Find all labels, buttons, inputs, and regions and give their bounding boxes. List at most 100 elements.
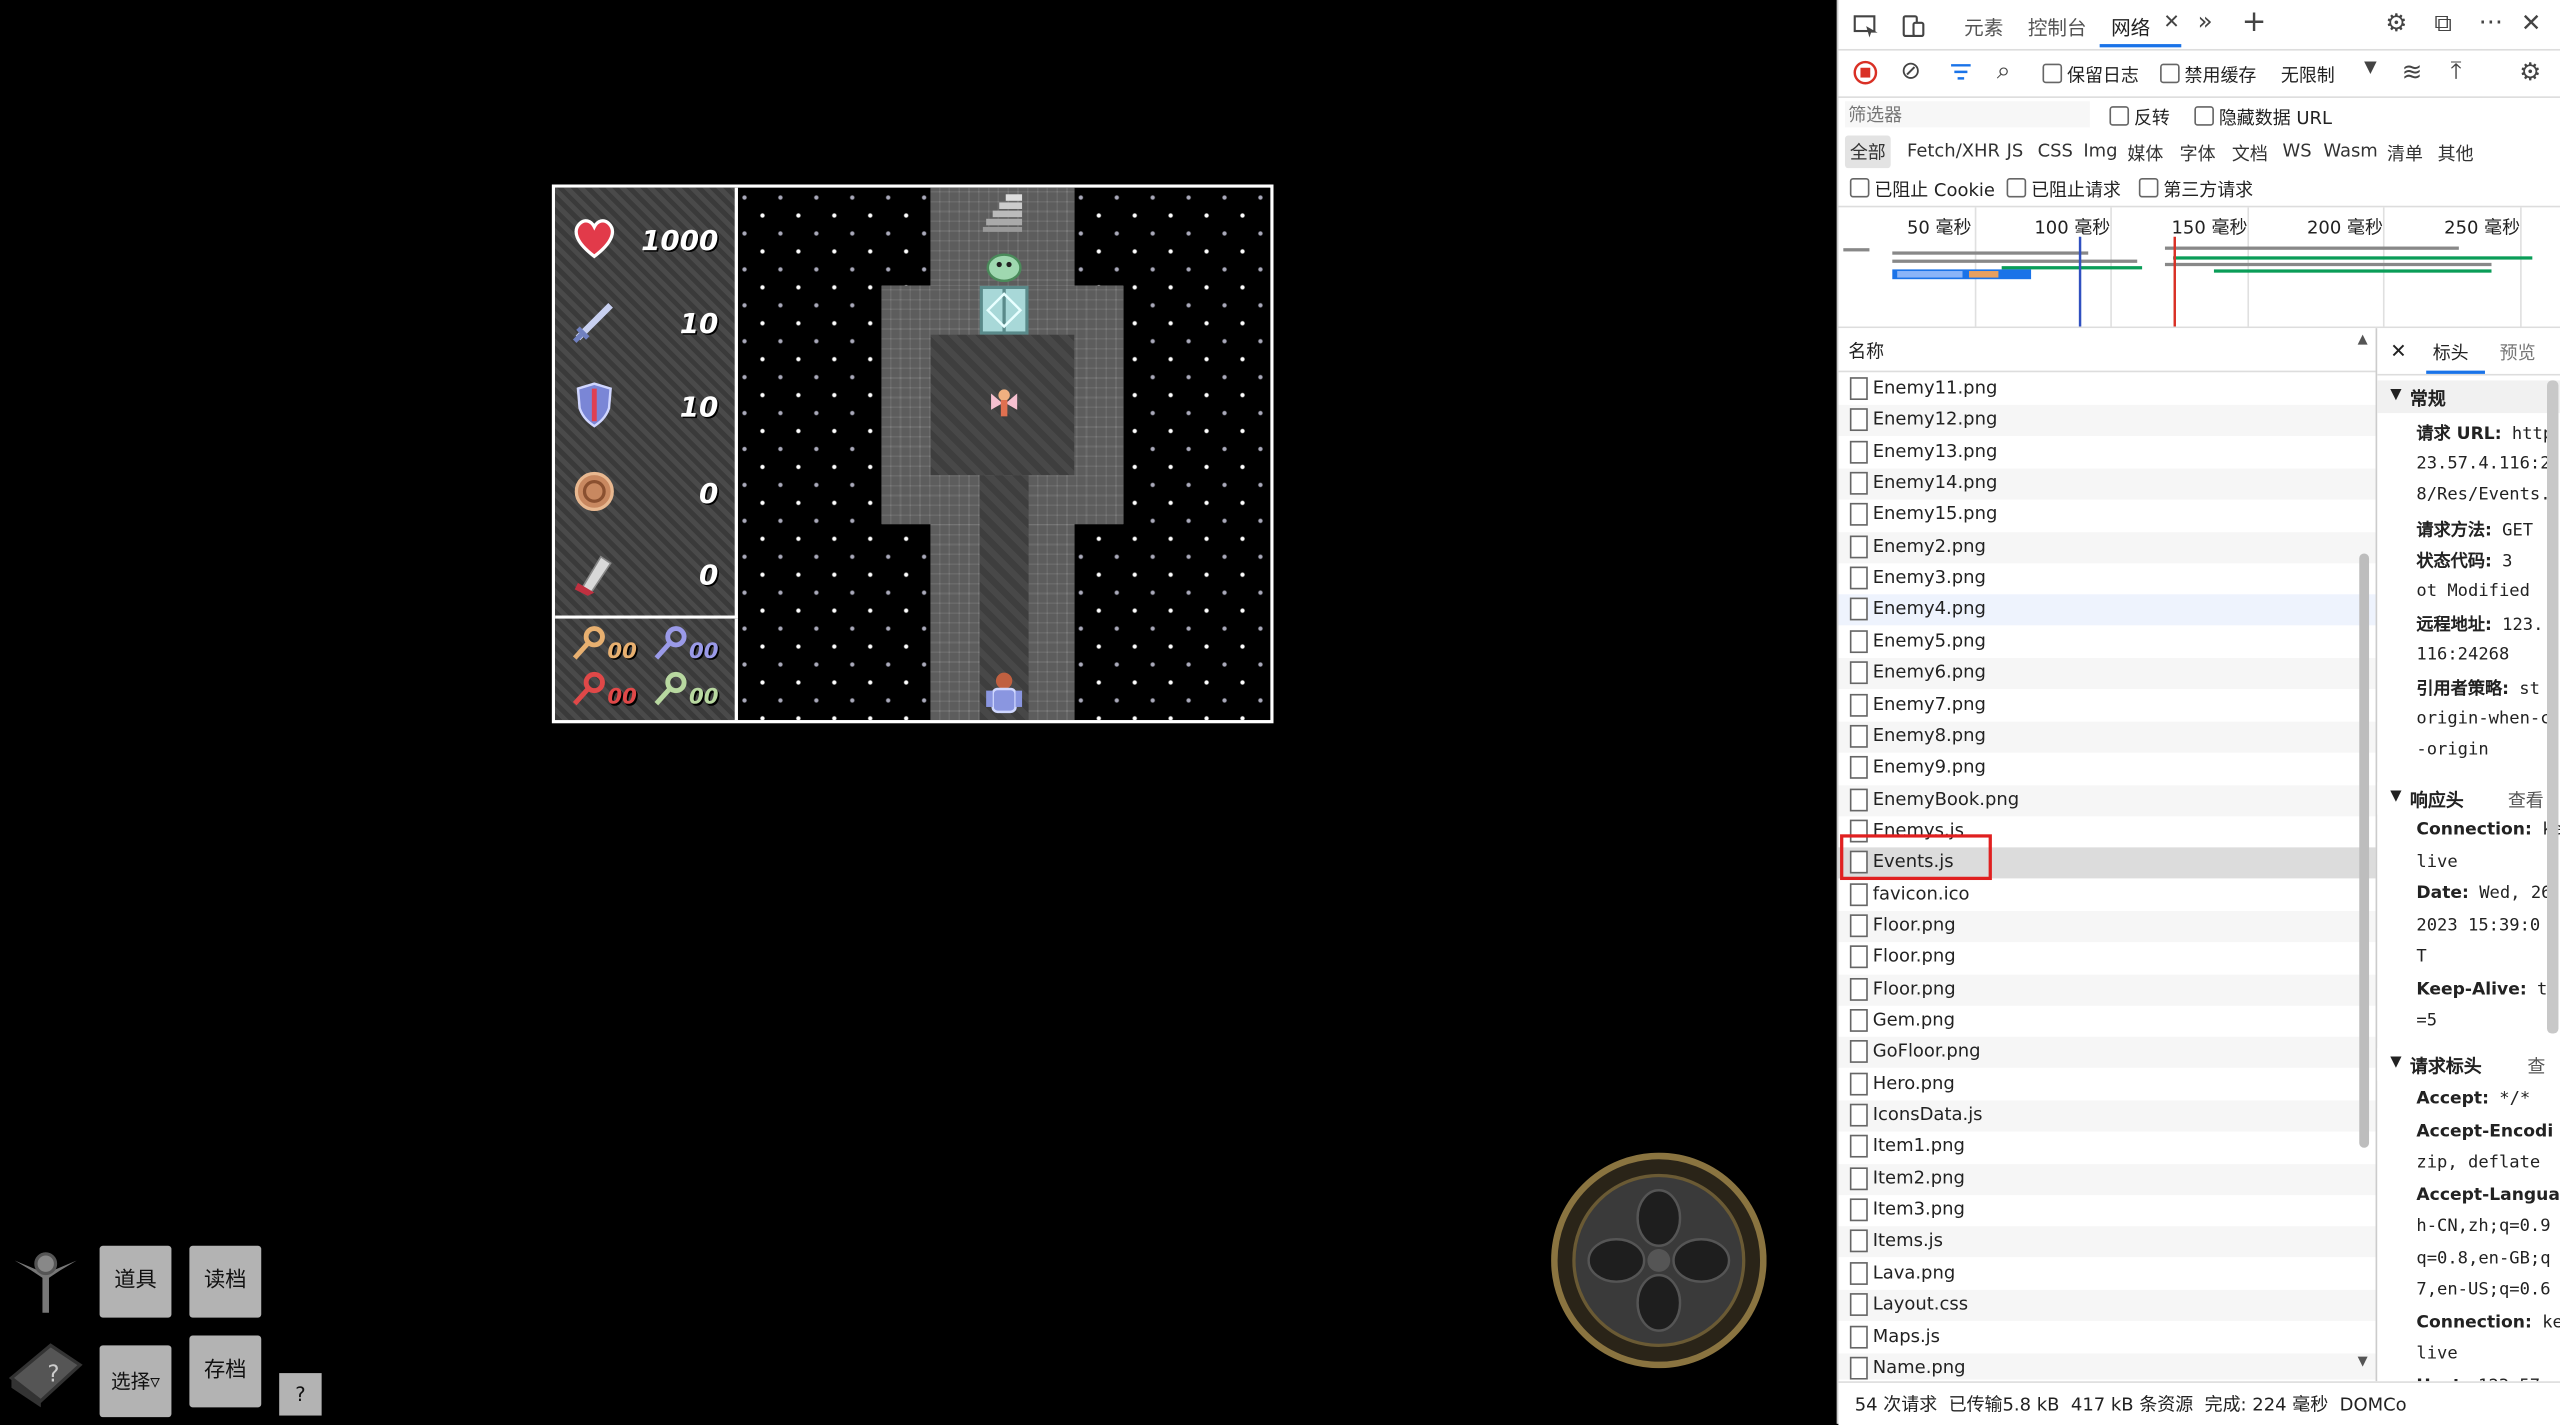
tab-headers[interactable]: 标头 [2433, 340, 2469, 366]
disable-cache-box[interactable] [2160, 63, 2180, 84]
network-overview-timeline[interactable]: 50 毫秒 100 毫秒 150 毫秒 200 毫秒 250 毫秒 [1838, 207, 2560, 329]
header-key: Keep-Alive: [2416, 978, 2527, 999]
slime-enemy-icon[interactable] [983, 243, 1025, 283]
shield-icon [576, 382, 612, 428]
red-key-count: 00 [607, 685, 637, 711]
file-icon [1849, 1293, 1868, 1317]
select-save-dropdown[interactable]: 选择▿ [99, 1345, 172, 1418]
game-map[interactable] [737, 187, 1271, 721]
header-line: 请求方法: GET [2416, 517, 2533, 541]
scroll-up-arrow-icon[interactable]: ▲ [2358, 331, 2368, 346]
type-filter-doc[interactable]: 文档 [2232, 140, 2268, 166]
third-party-checkbox[interactable]: 第三方请求 [2138, 176, 2253, 202]
inspect-element-icon[interactable] [1853, 13, 1879, 39]
network-conditions-icon[interactable]: ≋ [2402, 57, 2423, 86]
items-button[interactable]: 道具 [99, 1245, 172, 1318]
close-tab-icon[interactable]: ✕ [2163, 10, 2179, 33]
network-settings-icon[interactable]: ⚙ [2519, 57, 2541, 86]
scroll-thumb[interactable] [2359, 553, 2370, 1148]
response-headers-section-header[interactable]: ▼ 响应头 查看 [2377, 782, 2560, 815]
device-toolbar-icon[interactable] [1900, 13, 1926, 39]
dock-side-icon[interactable]: ⧉ [2434, 8, 2452, 37]
monster-book-icon[interactable]: ? [8, 1336, 83, 1408]
request-name: Enemy4.png [1872, 598, 1986, 620]
request-name: Hero.png [1872, 1072, 1955, 1094]
door-icon[interactable] [979, 285, 1029, 335]
file-icon [1849, 724, 1868, 748]
help-button[interactable]: ? [279, 1373, 322, 1416]
close-details-icon[interactable]: ✕ [2390, 340, 2406, 363]
key-red: 00 [568, 671, 646, 713]
header-line: 状态代码: 3 [2416, 549, 2512, 573]
details-active-underline [2426, 370, 2485, 374]
throttle-dropdown-icon[interactable]: ▼ [2364, 59, 2377, 77]
header-line: Keep-Alive: ti [2416, 979, 2557, 999]
request-view-source[interactable]: 查 [2527, 1053, 2545, 1079]
type-filter-all[interactable]: 全部 [1844, 135, 1891, 169]
request-headers-section-header[interactable]: ▼ 请求标头 查 [2377, 1048, 2560, 1081]
disable-cache-checkbox[interactable]: 禁用缓存 [2160, 62, 2256, 88]
filter-input[interactable] [1844, 101, 2090, 128]
tab-elements[interactable]: 元素 [1964, 13, 2003, 41]
type-filter-font[interactable]: 字体 [2180, 140, 2216, 166]
preserve-log-checkbox[interactable]: 保留日志 [2042, 62, 2139, 88]
hide-data-urls-checkbox[interactable]: 隐藏数据 URL [2194, 104, 2332, 130]
third-party-box[interactable] [2138, 177, 2159, 198]
file-icon [1849, 661, 1868, 685]
heart-icon [574, 219, 615, 259]
type-filter-manifest[interactable]: 清单 [2387, 140, 2423, 166]
tab-network[interactable]: 网络 [2111, 13, 2150, 41]
blocked-requests-box[interactable] [2006, 177, 2027, 198]
more-tabs-icon[interactable]: » [2198, 7, 2213, 36]
add-tab-icon[interactable]: + [2242, 5, 2267, 39]
response-view-source[interactable]: 查看 [2508, 787, 2544, 813]
type-filter-media[interactable]: 媒体 [2127, 140, 2163, 166]
fly-wand-icon[interactable] [11, 1244, 80, 1316]
blocked-requests-checkbox[interactable]: 已阻止请求 [2006, 176, 2121, 202]
blocked-cookies-box[interactable] [1849, 177, 1870, 198]
import-har-icon[interactable]: ⤒ [2451, 56, 2462, 85]
tab-preview[interactable]: 预览 [2500, 340, 2536, 366]
file-icon [1849, 693, 1868, 716]
type-filter-ws[interactable]: WS [2283, 140, 2312, 161]
type-filter-other[interactable]: 其他 [2438, 140, 2474, 166]
invert-box[interactable] [2109, 106, 2130, 126]
search-icon[interactable]: ⌕ [1997, 56, 2011, 85]
virtual-dpad[interactable] [1551, 1152, 1767, 1369]
fairy-npc-icon[interactable] [986, 384, 1022, 423]
more-options-icon[interactable]: ⋯ [2478, 7, 2502, 36]
throttle-select[interactable]: 无限制 [2281, 62, 2335, 88]
type-filter-fetch-xhr[interactable]: Fetch/XHR [1907, 140, 2000, 161]
scroll-down-arrow-icon[interactable]: ▼ [2358, 1354, 2368, 1369]
type-filter-js[interactable]: JS [2007, 140, 2024, 161]
invert-checkbox[interactable]: 反转 [2109, 104, 2170, 130]
waterfall-overview-graph [1843, 207, 2533, 327]
type-filter-img[interactable]: Img [2083, 140, 2117, 161]
hide-data-urls-box[interactable] [2194, 106, 2214, 126]
hero-player-icon[interactable] [980, 668, 1029, 717]
settings-gear-icon[interactable]: ⚙ [2385, 8, 2407, 37]
record-stop-icon[interactable] [1853, 60, 1878, 85]
upstairs-icon[interactable] [980, 191, 1026, 233]
close-devtools-icon[interactable]: ✕ [2521, 8, 2542, 37]
file-icon [1849, 1072, 1868, 1096]
blocked-cookies-checkbox[interactable]: 已阻止 Cookie [1849, 176, 1995, 202]
header-line: Connection: ke [2416, 820, 2560, 840]
general-section-header[interactable]: ▼ 常规 [2377, 380, 2560, 414]
header-key: Accept: [2416, 1089, 2489, 1109]
preserve-log-box[interactable] [2042, 63, 2063, 84]
header-value: ke [2531, 1311, 2560, 1332]
save-button[interactable]: 存档 [189, 1335, 262, 1408]
general-section-title: 常规 [2409, 388, 2446, 410]
name-column-header[interactable]: 名称 [1848, 338, 1884, 364]
clear-log-icon[interactable]: ⊘ [1900, 56, 1921, 85]
filter-icon[interactable] [1949, 62, 1972, 82]
header-line: Accept: */* [2416, 1089, 2530, 1109]
type-filter-wasm[interactable]: Wasm [2323, 140, 2377, 161]
tab-console[interactable]: 控制台 [2028, 13, 2087, 41]
type-filter-css[interactable]: CSS [2038, 140, 2073, 161]
load-button[interactable]: 读档 [189, 1245, 262, 1318]
request-list-scrollbar[interactable]: ▲ ▼ [2358, 331, 2371, 1369]
request-name: Enemy12.png [1872, 408, 1998, 430]
details-scroll-thumb[interactable] [2547, 380, 2559, 1034]
